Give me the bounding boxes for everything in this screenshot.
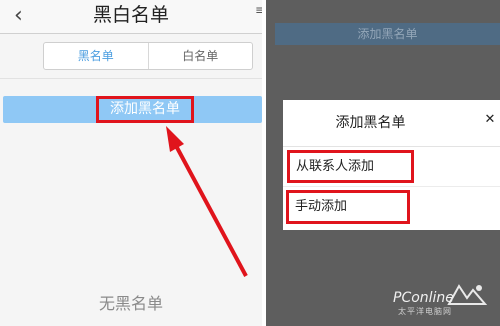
manual-add-option[interactable]: 手动添加 bbox=[286, 190, 410, 224]
empty-state-text: 无黑名单 bbox=[98, 294, 163, 313]
blacklist-screen: ‹ 黑白名单 ≡ 黑名单 白名单 添加黑名单 无黑名单 bbox=[0, 0, 262, 326]
add-from-contacts-option[interactable]: 从联系人添加 bbox=[287, 150, 414, 183]
close-icon[interactable]: ✕ bbox=[482, 112, 498, 128]
red-arrow-annotation bbox=[166, 126, 248, 277]
dialog-divider bbox=[283, 146, 500, 147]
watermark-subtitle: 太平洋电脑网 bbox=[398, 307, 452, 316]
screen-gap bbox=[262, 0, 266, 326]
background-add-label: 添加黑名单 bbox=[357, 27, 418, 41]
watermark-brand: PConline bbox=[393, 290, 454, 306]
dialog-title: 添加黑名单 bbox=[335, 115, 406, 131]
dialog-option-divider bbox=[283, 186, 500, 187]
